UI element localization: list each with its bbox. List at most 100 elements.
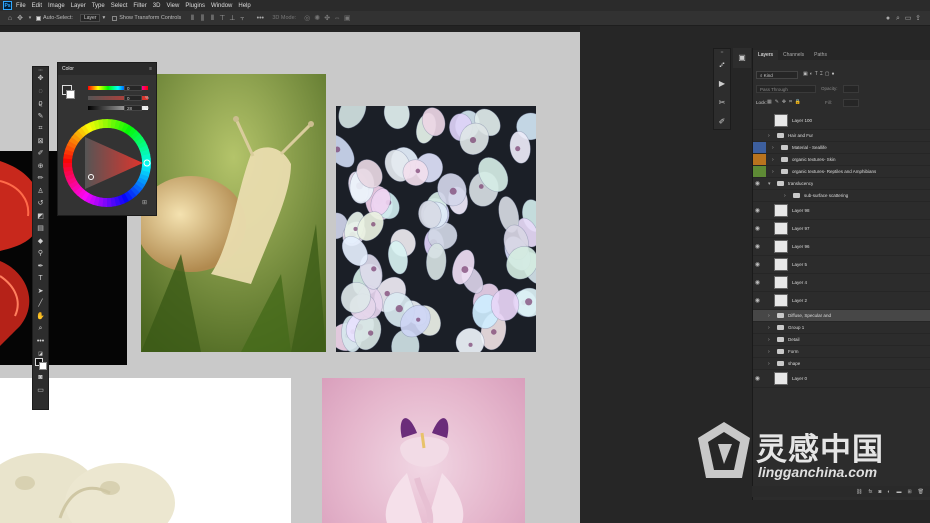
dodge-tool-icon[interactable]: ⚲ <box>33 248 48 261</box>
layer-row[interactable]: ◉ ▾ translucency <box>753 178 930 190</box>
color-wheel[interactable] <box>61 117 153 209</box>
gradient-tool-icon[interactable]: ▤ <box>33 223 48 236</box>
crop-tool-icon[interactable]: ⌗ <box>33 123 48 136</box>
layer-name[interactable]: Layer 97 <box>792 226 810 231</box>
layer-thumbnail[interactable] <box>774 276 788 289</box>
layer-row[interactable]: › organic textures- Skin <box>753 154 930 166</box>
layer-name[interactable]: shape <box>788 361 800 366</box>
share-icon[interactable]: ⇪ <box>914 15 922 22</box>
align-bottom-icon[interactable]: ⫟ <box>238 15 246 22</box>
align-right-icon[interactable]: ⫴ <box>208 15 216 22</box>
layer-row[interactable]: › Material - Seallife <box>753 142 930 154</box>
tab-layers[interactable]: Layers <box>753 50 779 60</box>
zoom-tool-icon[interactable]: ⌕ <box>33 323 48 336</box>
layer-row[interactable]: ◉ Layer 98 <box>753 202 930 220</box>
layer-row[interactable]: ◉ Layer 96 <box>753 238 930 256</box>
background-swatch[interactable] <box>66 90 75 99</box>
3d-scale-icon[interactable]: ▣ <box>343 15 351 22</box>
menu-edit[interactable]: Edit <box>32 3 42 9</box>
blur-tool-icon[interactable]: ◆ <box>33 236 48 249</box>
layer-row[interactable]: ◉ Layer 5 <box>753 256 930 274</box>
workspace-icon[interactable]: ▭ <box>904 15 912 22</box>
layer-name[interactable]: Hair and Fur <box>788 133 813 138</box>
fill-field[interactable] <box>843 99 859 107</box>
line-tool-icon[interactable]: ╱ <box>33 298 48 311</box>
screen-mode-icon[interactable]: ▭ <box>33 385 48 398</box>
type-tool-icon[interactable]: T <box>33 273 48 286</box>
menu-select[interactable]: Select <box>111 3 128 9</box>
lock-icons[interactable]: ▦✎✥⌗🔒 <box>767 99 804 105</box>
history-brush-tool-icon[interactable]: ↺ <box>33 198 48 211</box>
align-center-icon[interactable]: ⫼ <box>198 15 206 22</box>
layer-name[interactable]: Layer 0 <box>792 376 807 381</box>
layer-row[interactable]: › Diffuse, Specular and <box>753 310 930 322</box>
frame-tool-icon[interactable]: ⊠ <box>33 136 48 149</box>
play-action-icon[interactable]: ▶ <box>714 74 730 93</box>
layer-name[interactable]: Diffuse, Specular and <box>788 313 831 318</box>
healing-brush-tool-icon[interactable]: ⊕ <box>33 161 48 174</box>
eye-hidden-icon[interactable] <box>753 166 766 177</box>
checkbox-checked[interactable] <box>36 15 41 21</box>
layer-name[interactable]: Layer 98 <box>792 208 810 213</box>
layer-row[interactable]: › Group 1 <box>753 322 930 334</box>
layer-row[interactable]: ◉ Layer 97 <box>753 220 930 238</box>
chevron-down-icon[interactable]: ▾ <box>26 15 34 22</box>
image-orchid-mantis[interactable] <box>322 378 525 523</box>
chevron-right-icon[interactable]: › <box>784 193 789 199</box>
tool-presets-icon[interactable]: ✂ <box>714 93 730 112</box>
layer-row[interactable]: › Detail <box>753 334 930 346</box>
layer-row[interactable]: › shape <box>753 358 930 370</box>
quick-selection-tool-icon[interactable]: ✎ <box>33 111 48 124</box>
photoshop-logo-icon[interactable]: Ps <box>3 1 12 10</box>
menu-file[interactable]: File <box>16 3 26 9</box>
chevron-right-icon[interactable]: › <box>768 361 773 367</box>
align-left-icon[interactable]: ⫴ <box>188 15 196 22</box>
eye-icon[interactable]: ◉ <box>753 375 762 382</box>
hue-value[interactable]: 0 <box>124 85 142 91</box>
search-icon[interactable]: ⌕ <box>894 15 902 22</box>
chevron-right-icon[interactable]: › <box>768 349 773 355</box>
layer-name[interactable]: Form <box>788 349 799 354</box>
layer-name[interactable]: Layer 2 <box>792 298 807 303</box>
delete-layer-icon[interactable]: 🗑 <box>918 489 924 495</box>
edit-toolbar-icon[interactable]: ••• <box>33 336 48 349</box>
eye-icon[interactable]: ◉ <box>753 261 762 268</box>
chevron-right-icon[interactable]: › <box>772 169 777 175</box>
align-top-icon[interactable]: ⊤ <box>218 15 226 22</box>
history-icon[interactable]: ⑇ <box>714 55 730 74</box>
layer-name[interactable]: Material - Seallife <box>792 145 827 150</box>
move-tool-icon[interactable]: ✥ <box>16 15 24 22</box>
layer-thumbnail[interactable] <box>774 294 788 307</box>
opacity-field[interactable] <box>843 85 859 93</box>
show-transform-controls-checkbox[interactable]: Show Transform Controls <box>112 15 181 21</box>
checkbox-unchecked[interactable] <box>112 15 118 21</box>
lasso-tool-icon[interactable]: ϱ <box>33 98 48 111</box>
layer-name[interactable]: sub-surface scattering <box>804 193 848 198</box>
layer-row[interactable]: › Form <box>753 346 930 358</box>
eraser-tool-icon[interactable]: ◩ <box>33 211 48 224</box>
layer-row[interactable]: › Hair and Fur <box>753 130 930 142</box>
color-panel-title[interactable]: Color <box>62 66 74 72</box>
layer-name[interactable]: Layer 100 <box>792 118 812 123</box>
brush-tool-icon[interactable]: ✏ <box>33 173 48 186</box>
eye-icon[interactable]: ◉ <box>753 279 762 286</box>
layer-filter-icons[interactable]: ▣◐T⌶▢● <box>803 71 837 77</box>
3d-rotate-icon[interactable]: ◎ <box>303 15 311 22</box>
layer-name[interactable]: organic textures- Reptiles and Amphibian… <box>792 169 876 174</box>
layer-thumbnail[interactable] <box>774 240 788 253</box>
saturation-value[interactable]: 0 <box>124 95 142 101</box>
move-tool-icon[interactable]: ✥ <box>33 73 48 86</box>
menu-view[interactable]: View <box>166 3 179 9</box>
layer-thumbnail[interactable] <box>774 114 788 127</box>
chevron-right-icon[interactable]: › <box>768 133 773 139</box>
chevron-right-icon[interactable]: › <box>768 313 773 319</box>
marquee-tool-icon[interactable]: ◌ <box>33 86 48 99</box>
layer-name[interactable]: Layer 5 <box>792 262 807 267</box>
chevron-down-icon[interactable]: ▾ <box>768 181 773 187</box>
user-icon[interactable]: ● <box>884 15 892 22</box>
layer-name[interactable]: Layer 4 <box>792 280 807 285</box>
tab-channels[interactable]: Channels <box>778 50 809 60</box>
3d-pan-icon[interactable]: ✤ <box>323 15 331 22</box>
layer-filter-dropdown[interactable]: ⌕ Kind <box>756 71 798 79</box>
menu-window[interactable]: Window <box>211 3 232 9</box>
